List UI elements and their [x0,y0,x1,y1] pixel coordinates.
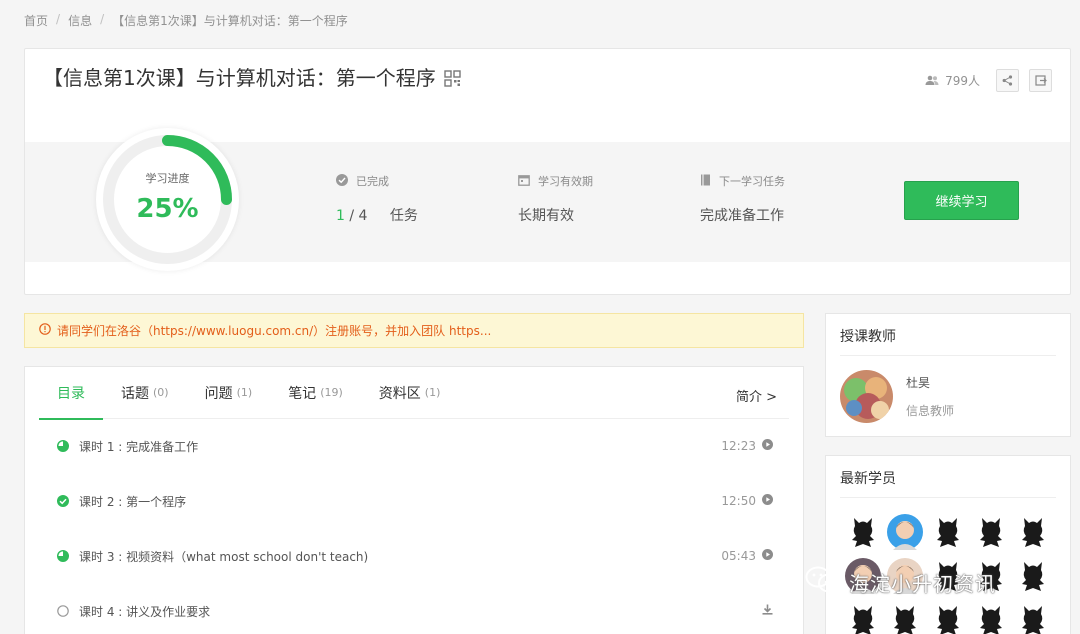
calendar-icon [518,174,530,189]
student-avatar[interactable] [887,514,923,550]
lesson-duration: 12:50 [721,494,756,508]
empty-circle-icon [57,605,69,617]
student-avatar-default[interactable] [973,602,1009,634]
next-task-label: 下一学习任务 [719,175,785,188]
validity-label: 学习有效期 [538,175,593,188]
lesson-item[interactable]: 课时 3 : 视频资料（what most school don't teach… [56,546,773,566]
tab-count: (1) [424,386,441,399]
tab-count: (1) [236,386,253,399]
tab-materials[interactable]: 资料区 (1) [361,367,459,419]
tab-label: 笔记 [288,385,317,402]
student-avatar-default[interactable] [1015,558,1051,594]
notice-bar: 请同学们在洛谷（https://www.luogu.com.cn/）注册账号，并… [24,313,804,348]
notice-text[interactable]: 请同学们在洛谷（https://www.luogu.com.cn/）注册账号，并… [57,322,491,339]
intro-link[interactable]: 简介 > [736,386,777,405]
lesson-item[interactable]: 课时 4 : 讲义及作业要求 [57,601,773,621]
latest-students-card: 最新学员 [825,455,1071,634]
teacher-role: 信息教师 [906,404,955,418]
member-count: 799人 [925,72,980,89]
member-count-text: 799人 [945,74,980,88]
breadcrumb-current: 【信息第1次课】与计算机对话：第一个程序 [112,14,348,28]
tab-label: 话题 [121,385,149,402]
check-circle-icon [336,173,348,189]
lesson-title: 课时 3 : 视频资料（what most school don't teach… [79,549,369,564]
info-icon [39,323,51,338]
breadcrumb-category[interactable]: 信息 [68,12,92,29]
tab-notes[interactable]: 笔记 (19) [270,367,361,419]
progress-label: 学习进度 [145,172,190,185]
student-avatar-default[interactable] [930,514,966,550]
tab-count: (19) [320,386,343,399]
completed-total: / 4 [349,208,368,224]
course-content-card: 目录 话题 (0) 问题 (1) 笔记 (19) 资料区 (1) 简介 > 课时… [24,366,804,634]
lesson-title: 课时 4 : 讲义及作业要求 [79,604,211,619]
lesson-duration: 12:23 [721,439,756,453]
teacher-card: 授课教师 杜昊 信息教师 [825,313,1071,437]
tab-label: 目录 [57,385,85,402]
teacher-section-title: 授课教师 [840,329,896,345]
half-progress-icon [56,439,70,453]
course-title: 【信息第1次课】与计算机对话：第一个程序 [43,66,436,90]
share-button[interactable] [996,69,1019,92]
tab-catalog[interactable]: 目录 [39,367,103,420]
exit-icon [1034,71,1047,90]
watermark-text: 海淀小升初资讯 [849,572,996,596]
teacher-name[interactable]: 杜昊 [906,374,930,391]
course-title-row: 【信息第1次课】与计算机对话：第一个程序 [43,62,461,91]
stat-completed: 已完成 1 / 4 任务 [336,173,418,225]
student-avatar-default[interactable] [845,514,881,550]
tab-label: 问题 [204,385,233,402]
breadcrumb-home[interactable]: 首页 [24,12,48,29]
progress-value: 25% [136,194,199,224]
tab-questions[interactable]: 问题 (1) [187,367,271,419]
check-circle-icon [57,495,69,507]
tab-label: 资料区 [378,385,421,402]
student-avatar-default[interactable] [887,602,923,634]
book-icon [700,174,711,189]
completed-label: 已完成 [356,175,389,188]
teacher-avatar[interactable] [840,370,893,423]
download-icon[interactable] [762,604,773,618]
watermark: 海淀小升初资讯 [805,566,996,599]
divider [840,355,1056,356]
tab-topics[interactable]: 话题 (0) [103,367,187,419]
students-section-title: 最新学员 [840,471,896,487]
breadcrumb-separator: / [100,12,105,26]
tab-count: (0) [153,386,169,399]
next-task-value: 完成准备工作 [700,208,784,224]
student-avatar-default[interactable] [1015,602,1051,634]
progress-ring: 学习进度 25% [96,128,239,271]
lesson-item[interactable]: 课时 2 : 第一个程序 12:50 [57,491,773,511]
exit-button[interactable] [1029,69,1052,92]
student-avatar-default[interactable] [1015,514,1051,550]
lesson-item[interactable]: 课时 1 : 完成准备工作 12:23 [56,436,773,456]
lesson-title: 课时 2 : 第一个程序 [79,494,187,509]
breadcrumb: 首页 / 信息 / 【信息第1次课】与计算机对话：第一个程序 [24,12,348,29]
continue-learning-button[interactable]: 继续学习 [904,181,1019,220]
stat-next-task: 下一学习任务 完成准备工作 [700,173,785,225]
play-icon[interactable] [762,549,773,563]
lesson-duration: 05:43 [721,549,756,563]
play-icon[interactable] [762,439,773,453]
breadcrumb-separator: / [56,12,61,26]
completed-done: 1 [336,208,345,224]
play-icon[interactable] [762,494,773,508]
wechat-icon [805,566,841,599]
lesson-title: 课时 1 : 完成准备工作 [79,439,199,454]
people-icon [925,74,939,88]
validity-value: 长期有效 [518,208,574,224]
student-avatar-default[interactable] [930,602,966,634]
share-icon [1002,71,1013,90]
student-avatar-default[interactable] [973,514,1009,550]
stat-validity: 学习有效期 长期有效 [518,173,593,225]
divider [840,497,1056,498]
completed-unit: 任务 [389,208,418,224]
qrcode-icon[interactable] [444,68,461,87]
half-progress-icon [56,549,70,563]
course-header-card: 【信息第1次课】与计算机对话：第一个程序 799人 学习进度 25% 已完成 1… [24,48,1071,295]
content-tabs: 目录 话题 (0) 问题 (1) 笔记 (19) 资料区 (1) 简介 > [39,367,789,420]
header-actions: 799人 [925,69,1052,92]
student-avatar-default[interactable] [845,602,881,634]
